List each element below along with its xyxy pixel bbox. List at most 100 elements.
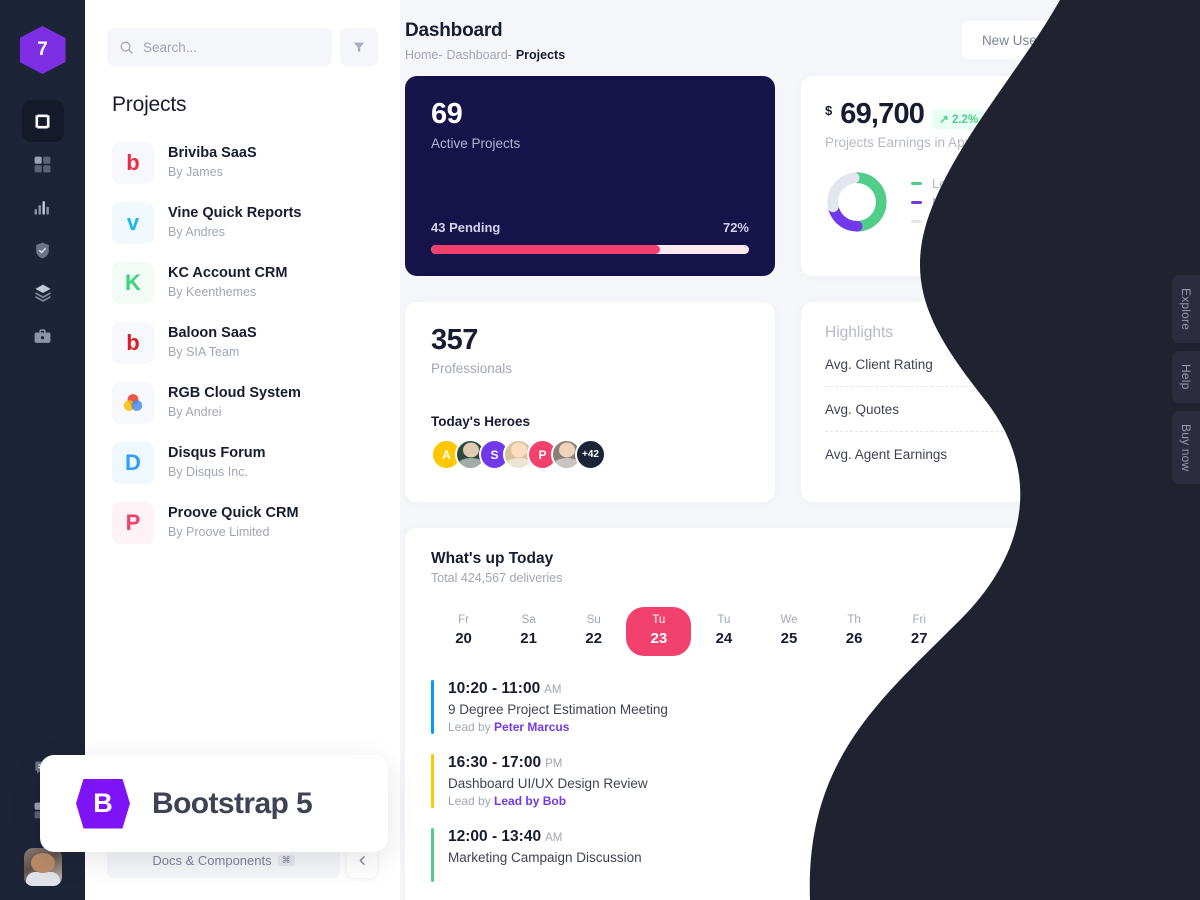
project-list-item[interactable]: RGB Cloud System By Andrei — [85, 373, 400, 433]
highlight-row: Avg. Quotes 730 — [825, 386, 1149, 431]
whats-up-subtitle: Total 424,567 deliveries — [431, 571, 563, 585]
day-cell[interactable]: Th 26 — [822, 607, 887, 656]
professionals-card: 357 Professionals Today's Heroes A S P +42 — [405, 302, 775, 502]
day-cell[interactable]: Tu 23 — [626, 607, 692, 656]
highlight-row: Avg. Client Rating 7.8/10 — [825, 342, 1149, 386]
event-body: 16:30 - 17:00 PM Dashboard UI/UX Design Re… — [448, 754, 1069, 808]
breadcrumb-item-dashboard[interactable]: Dashboard- — [447, 48, 512, 62]
avatar[interactable] — [23, 848, 62, 886]
project-list-item[interactable]: b Briviba SaaS By James — [85, 133, 400, 193]
earnings-body: Leaf CRM $7,660 Mivy App $2,820 Others $45,25… — [825, 170, 1149, 234]
heroes-avatar-stack: A S P +42 — [431, 439, 749, 470]
day-cell[interactable]: Fr 20 — [431, 607, 496, 656]
project-author: By Andrei — [168, 405, 222, 420]
search-row — [85, 0, 400, 66]
project-author: By Andres — [168, 225, 225, 240]
event-color-bar — [431, 680, 434, 734]
earnings-legend: Leaf CRM $7,660 Mivy App $2,820 Others $45,25… — [911, 174, 1149, 231]
highlight-value-group: 7.8/10 — [1088, 356, 1149, 372]
highlight-value: 730 — [1125, 401, 1149, 417]
project-logo-icon: v — [112, 202, 154, 244]
project-text: RGB Cloud System By Andrei — [168, 384, 301, 421]
shield-check-icon — [36, 242, 49, 258]
new-goal-button[interactable]: New Goal — [1071, 20, 1175, 60]
project-logo-icon: b — [112, 322, 154, 364]
project-list-item[interactable]: K KC Account CRM By Keenthemes — [85, 253, 400, 313]
search-input[interactable] — [143, 39, 320, 55]
highlight-row: Avg. Agent Earnings $2,309 — [825, 431, 1149, 476]
day-cell[interactable]: Mo 30 — [1082, 607, 1147, 656]
projects-list: b Briviba SaaS By James v Vine Quick Reports… — [85, 133, 400, 553]
legend-row: Mivy App $2,820 — [911, 193, 1149, 212]
whats-up-heading: What's up Today Total 424,567 deliveries — [431, 550, 562, 585]
report-center-button[interactable]: Report Cecnter — [1026, 550, 1147, 584]
rail-item-grid[interactable] — [22, 143, 64, 185]
legend-label-group: Leaf CRM — [911, 176, 991, 191]
day-cell[interactable]: Su 29 — [1017, 607, 1082, 656]
project-name: RGB Cloud System — [168, 385, 301, 402]
page-title: Dashboard — [405, 20, 503, 41]
search-box[interactable] — [107, 28, 332, 66]
earnings-subtitle: Projects Earnings in April — [825, 135, 976, 150]
progress-labels: 43 Pending 72% — [431, 220, 749, 235]
day-cell[interactable]: Sa 21 — [496, 607, 561, 656]
app-logo[interactable]: 7 — [19, 26, 66, 74]
project-list-item[interactable]: v Vine Quick Reports By Andres — [85, 193, 400, 253]
side-tab-buy-now[interactable]: Buy now — [1172, 410, 1200, 485]
event-row: 12:00 - 13:40 AM Marketing Campaign Discus… — [431, 818, 1147, 892]
event-row: 16:30 - 17:00 PM Dashboard UI/UX Design Re… — [431, 744, 1147, 818]
highlights-rows: Avg. Client Rating 7.8/10 Avg. Quotes 730 Av… — [825, 342, 1149, 476]
rail-item-security[interactable] — [22, 229, 64, 271]
day-cell[interactable]: Su 22 — [561, 607, 626, 656]
day-of-week: Mo — [1106, 614, 1123, 626]
day-number: 22 — [585, 630, 603, 647]
rail-item-analytics[interactable] — [22, 186, 64, 228]
new-user-button[interactable]: New User — [961, 21, 1062, 59]
day-cell[interactable]: Tu 24 — [691, 607, 756, 656]
day-of-week: Tu — [652, 614, 666, 626]
rail-item-box[interactable] — [21, 100, 64, 142]
highlight-value-group: $2,309 — [1084, 446, 1149, 462]
event-lead-name[interactable]: Lead by Bob — [494, 794, 566, 808]
event-view-button[interactable]: View — [1083, 764, 1147, 798]
day-cell[interactable]: We 25 — [756, 607, 821, 656]
active-projects-count: 69 — [431, 98, 463, 130]
project-list-item[interactable]: b Baloon SaaS By SIA Team — [85, 313, 400, 373]
legend-swatch-icon — [911, 219, 922, 223]
project-list-item[interactable]: P Proove Quick CRM By Proove Limited — [85, 493, 400, 553]
breadcrumb: Home- Dashboard- Projects — [405, 48, 565, 62]
project-list-item[interactable]: D Disqus Forum By Disqus Inc. — [85, 433, 400, 493]
event-time-range: 12:00 - 13:40 — [448, 828, 542, 845]
event-lead: Lead by Peter Marcus — [448, 720, 1069, 734]
day-cell[interactable]: Fri 27 — [887, 607, 952, 656]
side-tab-explore[interactable]: Explore — [1172, 275, 1200, 344]
bootstrap-badge-label: Bootstrap 5 — [152, 786, 313, 820]
events-list: 10:20 - 11:00 AM 9 Degree Project Estimati… — [431, 670, 1147, 892]
box-icon — [35, 114, 50, 128]
project-logo-icon: K — [112, 262, 154, 304]
day-cell[interactable]: Sa 28 — [952, 607, 1017, 656]
side-tab-help[interactable]: Help — [1172, 351, 1200, 403]
hero-avatar-initial[interactable]: +42 — [575, 439, 606, 470]
highlight-label: Avg. Quotes — [825, 401, 900, 417]
project-logo-icon — [112, 382, 154, 424]
rail-item-projects[interactable] — [22, 315, 64, 357]
day-of-week: Su — [1042, 614, 1057, 626]
event-view-button[interactable]: View — [1083, 690, 1147, 724]
top-actions: New User New Goal — [961, 20, 1175, 60]
day-number: 26 — [845, 630, 863, 647]
highlight-label: Avg. Client Rating — [825, 356, 933, 372]
event-view-button[interactable]: View — [1083, 838, 1147, 872]
filter-icon — [353, 42, 365, 53]
event-lead-name[interactable]: Peter Marcus — [494, 720, 569, 734]
filter-button[interactable] — [340, 28, 378, 66]
rail-item-layers[interactable] — [22, 272, 64, 314]
highlight-value-group: 730 — [1104, 401, 1149, 417]
breadcrumb-item-projects: Projects — [515, 48, 566, 62]
event-row: 10:20 - 11:00 AM 9 Degree Project Estimati… — [431, 670, 1147, 744]
project-logo-icon: P — [112, 502, 154, 544]
breadcrumb-item-home[interactable]: Home- — [405, 48, 443, 62]
app-logo-label: 7 — [37, 39, 48, 60]
legend-label: Mivy App — [932, 194, 985, 210]
project-logo-icon: b — [112, 142, 154, 184]
